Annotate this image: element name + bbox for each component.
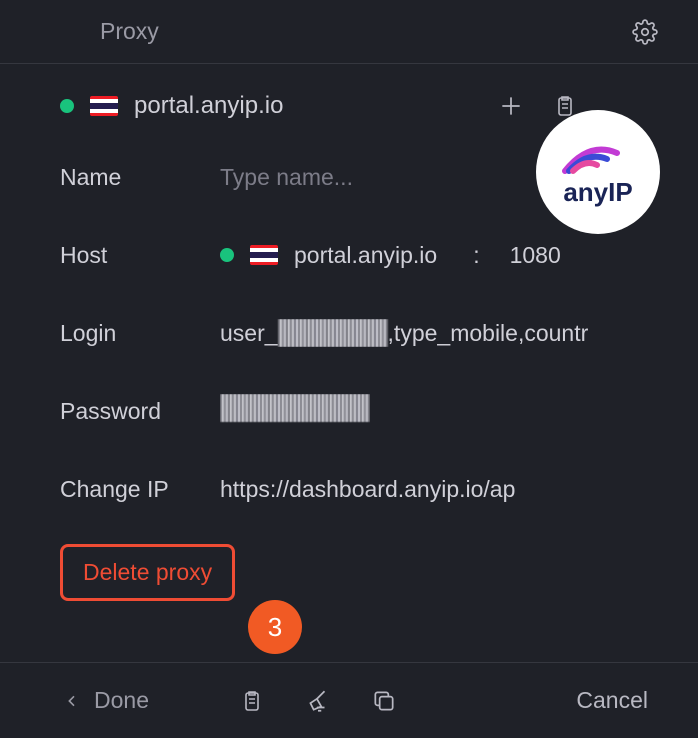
delete-proxy-button[interactable]: Delete proxy (60, 544, 235, 601)
done-button[interactable]: Done (64, 687, 149, 714)
password-input[interactable] (220, 394, 370, 428)
change-ip-input[interactable]: https://dashboard.anyip.io/ap (220, 476, 515, 503)
copy-icon[interactable] (371, 688, 397, 714)
anyip-logo-icon (559, 137, 637, 175)
annotation-step-badge: 3 (248, 600, 302, 654)
proxy-summary-row[interactable]: portal.anyip.io (60, 92, 658, 120)
header-title: Proxy (100, 18, 159, 45)
port-value-text: 1080 (510, 242, 561, 269)
field-host: Host portal.anyip.io : 1080 (60, 216, 658, 294)
name-input[interactable]: Type name... (220, 164, 353, 191)
plus-icon[interactable] (498, 93, 524, 119)
field-login: Login user_ ,type_mobile,countr (60, 294, 658, 372)
anyip-logo-text: anyIP (559, 177, 637, 208)
footer: Done Cancel (0, 662, 698, 738)
clipboard-icon[interactable] (239, 688, 265, 714)
broom-icon[interactable] (305, 688, 331, 714)
password-label: Password (60, 398, 220, 425)
login-prefix: user_ (220, 320, 278, 347)
anyip-logo: anyIP (536, 110, 660, 234)
chevron-left-icon (64, 691, 80, 711)
login-suffix: ,type_mobile,countr (388, 320, 589, 347)
status-dot-icon (60, 99, 74, 113)
proxy-host-text: portal.anyip.io (134, 92, 283, 120)
host-label: Host (60, 242, 220, 269)
cancel-button[interactable]: Cancel (576, 687, 648, 714)
redacted-icon (278, 319, 388, 347)
field-password: Password (60, 372, 658, 450)
done-label: Done (94, 687, 149, 714)
thailand-flag-icon (250, 245, 278, 265)
host-value-text: portal.anyip.io (294, 242, 437, 269)
host-input[interactable]: portal.anyip.io : 1080 (220, 242, 561, 269)
login-label: Login (60, 320, 220, 347)
gear-icon[interactable] (632, 19, 658, 45)
change-ip-label: Change IP (60, 476, 220, 503)
name-label: Name (60, 164, 220, 191)
field-change-ip: Change IP https://dashboard.anyip.io/ap (60, 450, 658, 528)
port-separator: : (473, 242, 479, 269)
login-input[interactable]: user_ ,type_mobile,countr (220, 319, 588, 347)
thailand-flag-icon (90, 96, 118, 116)
redacted-icon (220, 394, 370, 422)
header: Proxy (0, 0, 698, 64)
status-dot-icon (220, 248, 234, 262)
